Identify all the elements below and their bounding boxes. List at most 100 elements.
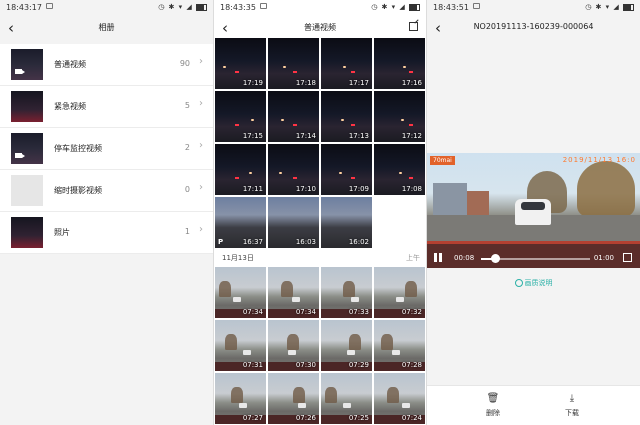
scene-light — [283, 66, 286, 68]
album-label: 普通视频 — [54, 60, 86, 69]
video-thumbnail[interactable]: 17:18 — [268, 38, 319, 89]
thumbnail-time: 17:12 — [401, 132, 422, 140]
video-player-screen: 18:43:51 ◷ ✱ ▾ ◢ ‹ NO20191113-160239-000… — [427, 0, 640, 425]
scene-taillight — [409, 124, 413, 126]
video-grid-screen: 18:43:35 ◷ ✱ ▾ ◢ ‹ 普通视频 17:19 17:18 17:17 1… — [214, 0, 426, 425]
page-title: 相册 — [98, 23, 115, 32]
video-thumbnail[interactable]: 07:26 — [268, 373, 319, 424]
download-label: 下载 — [565, 409, 579, 417]
video-thumbnail[interactable]: 17:08 — [374, 144, 425, 195]
video-thumbnail[interactable]: 07:29 — [321, 320, 372, 371]
album-thumbnail — [11, 217, 43, 248]
quality-link-label: 画质说明 — [524, 279, 553, 287]
status-time: 18:43:35 — [220, 3, 256, 12]
video-thumbnail[interactable]: 07:32 — [374, 267, 425, 318]
album-item-photos[interactable]: 照片 1 › — [0, 212, 213, 254]
delete-label: 删除 — [486, 409, 500, 417]
video-thumbnail[interactable]: 16:37 P — [215, 197, 266, 248]
video-thumbnail[interactable]: 07:28 — [374, 320, 425, 371]
video-thumbnail[interactable]: 07:33 — [321, 267, 372, 318]
video-thumbnail[interactable]: 17:11 — [215, 144, 266, 195]
thumbnail-time: 07:24 — [401, 414, 422, 422]
thumbnail-time: 07:32 — [401, 308, 422, 316]
video-thumbnail[interactable]: 17:14 — [268, 91, 319, 142]
parking-badge: P — [218, 238, 224, 246]
scene-car — [239, 403, 247, 408]
scene-car — [351, 297, 359, 302]
seek-handle[interactable] — [491, 254, 501, 263]
scene-taillight — [409, 177, 413, 179]
thumbnail-time: 07:25 — [348, 414, 369, 422]
chevron-right-icon: › — [199, 56, 203, 67]
thumbnail-time: 07:27 — [242, 414, 263, 422]
album-label: 照片 — [54, 228, 70, 237]
download-button[interactable]: ⤓ 下载 — [552, 392, 592, 418]
video-thumbnail[interactable]: 07:34 — [215, 267, 266, 318]
status-indicators: ◷ ✱ ▾ ◢ — [585, 3, 634, 11]
video-thumbnail[interactable]: 17:19 — [215, 38, 266, 89]
video-thumbnail[interactable]: 17:09 — [321, 144, 372, 195]
album-list-screen: 18:43:17 ◷ ✱ ▾ ◢ ‹ 相册 普通视频 90 › 紧急视频 5 ›… — [0, 0, 213, 425]
album-count: 0 — [184, 185, 190, 194]
delete-button[interactable]: 🗑 删除 — [473, 392, 513, 418]
thumbnail-time: 17:10 — [295, 185, 316, 193]
scene-tree — [281, 281, 293, 297]
quality-info-link[interactable]: 画质说明 — [427, 278, 640, 288]
status-indicators: ◷ ✱ ▾ ◢ — [158, 3, 207, 11]
thumbnail-time: 07:28 — [401, 361, 422, 369]
video-thumbnail[interactable]: 16:03 — [268, 197, 319, 248]
scene-light — [251, 119, 254, 121]
video-thumbnail[interactable]: 07:34 — [268, 267, 319, 318]
video-thumbnail[interactable]: 07:31 — [215, 320, 266, 371]
album-item-timelapse-video[interactable]: 缩时摄影视频 0 › — [0, 170, 213, 212]
scene-light — [403, 66, 406, 68]
status-indicators: ◷ ✱ ▾ ◢ — [371, 3, 420, 11]
album-thumbnail — [11, 133, 43, 164]
scene-light — [343, 66, 346, 68]
section-header: 11月13日 上午 — [214, 249, 426, 267]
thumbnail-time: 07:30 — [295, 361, 316, 369]
battery-icon — [623, 3, 634, 11]
album-item-emergency-video[interactable]: 紧急视频 5 › — [0, 86, 213, 128]
scene-tree — [325, 387, 337, 403]
play-pause-icon[interactable] — [434, 253, 443, 262]
album-item-parking-video[interactable]: 停车监控视频 2 › — [0, 128, 213, 170]
video-thumbnail[interactable]: 16:02 — [321, 197, 372, 248]
edit-icon[interactable] — [409, 22, 418, 31]
video-thumbnail[interactable]: 17:15 — [215, 91, 266, 142]
video-player[interactable]: 70mai 2019/11/13 16:0 00:08 01:00 — [427, 153, 640, 268]
status-bar: 18:43:51 ◷ ✱ ▾ ◢ — [427, 0, 640, 18]
fullscreen-icon[interactable] — [623, 253, 632, 262]
video-thumbnail[interactable]: 07:25 — [321, 373, 372, 424]
thumbnail-time: 17:08 — [401, 185, 422, 193]
video-camera-icon — [15, 153, 25, 158]
scene-car — [402, 403, 410, 408]
scene-light — [223, 66, 226, 68]
notification-icon — [473, 3, 480, 9]
video-thumbnail[interactable]: 17:16 — [374, 38, 425, 89]
video-thumbnail[interactable]: 07:27 — [215, 373, 266, 424]
album-thumbnail — [11, 49, 43, 80]
video-thumbnail[interactable]: 17:17 — [321, 38, 372, 89]
scene-car — [292, 297, 300, 302]
video-thumbnail[interactable]: 07:24 — [374, 373, 425, 424]
video-thumbnail[interactable]: 17:12 — [374, 91, 425, 142]
video-thumbnail[interactable]: 07:30 — [268, 320, 319, 371]
scene-taillight — [235, 71, 239, 73]
total-time: 01:00 — [593, 254, 614, 262]
scene-tree — [293, 387, 305, 403]
scene-light — [401, 119, 404, 121]
scene-tree — [343, 281, 355, 297]
video-thumbnail[interactable]: 17:10 — [268, 144, 319, 195]
nav-bar: ‹ NO20191113-160239-000064 — [427, 18, 640, 40]
section-date: 11月13日 — [222, 254, 254, 262]
seek-bar[interactable] — [481, 254, 590, 263]
scene-taillight — [293, 124, 297, 126]
thumbnail-time: 07:34 — [242, 308, 263, 316]
info-icon — [514, 279, 523, 287]
album-item-normal-video[interactable]: 普通视频 90 › — [0, 44, 213, 86]
player-controls: 00:08 01:00 — [427, 248, 640, 268]
thumbnail-time: 16:03 — [295, 238, 316, 246]
video-thumbnail[interactable]: 17:13 — [321, 91, 372, 142]
scene-taillight — [409, 71, 413, 73]
